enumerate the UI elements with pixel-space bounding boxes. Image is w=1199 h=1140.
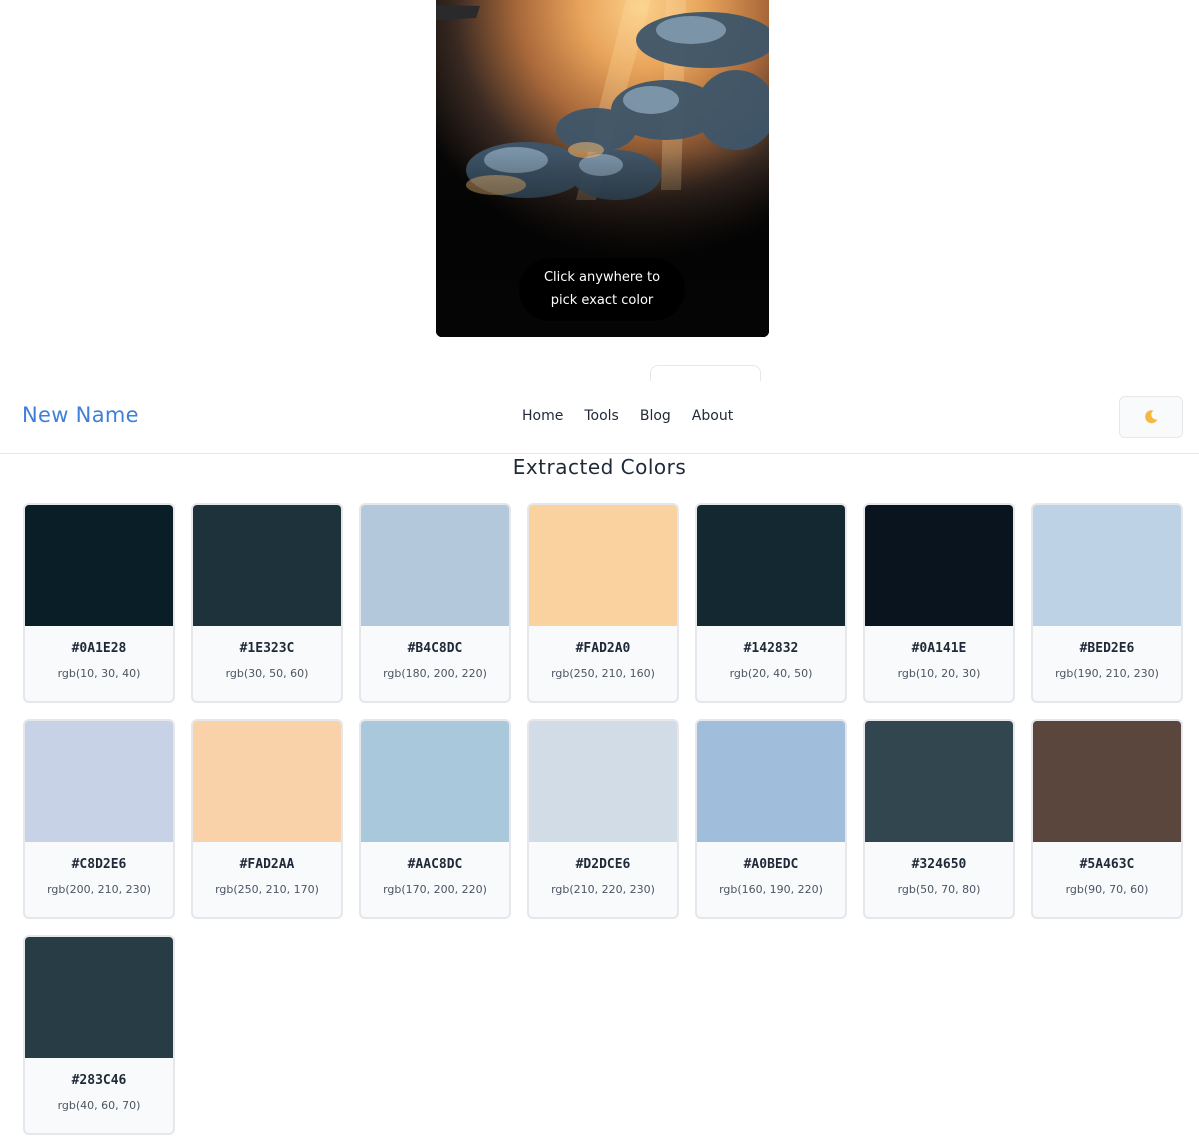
pick-color-hint: Click anywhere to pick exact color [519,258,685,321]
color-swatch-info: #5A463C rgb(90, 70, 60) [1033,842,1181,917]
color-rgb-value[interactable]: rgb(210, 220, 230) [529,883,677,896]
color-rgb-value[interactable]: rgb(90, 70, 60) [1033,883,1181,896]
color-swatch[interactable] [25,505,173,626]
color-rgb-value[interactable]: rgb(50, 70, 80) [865,883,1013,896]
color-rgb-value[interactable]: rgb(160, 190, 220) [697,883,845,896]
color-swatch-card[interactable]: #5A463C rgb(90, 70, 60) [1031,719,1183,919]
color-swatch[interactable] [865,505,1013,626]
color-swatch-info: #BED2E6 rgb(190, 210, 230) [1033,626,1181,701]
color-hex-value[interactable]: #283C46 [25,1073,173,1088]
color-hex-value[interactable]: #142832 [697,641,845,656]
color-hex-value[interactable]: #BED2E6 [1033,641,1181,656]
color-swatch-card[interactable]: #283C46 rgb(40, 60, 70) [23,935,175,1135]
color-hex-value[interactable]: #A0BEDC [697,857,845,872]
color-swatch-card[interactable]: #0A141E rgb(10, 20, 30) [863,503,1015,703]
color-swatch-info: #C8D2E6 rgb(200, 210, 230) [25,842,173,917]
color-swatch-info: #0A141E rgb(10, 20, 30) [865,626,1013,701]
color-hex-value[interactable]: #FAD2A0 [529,641,677,656]
color-swatch-card[interactable]: #FAD2A0 rgb(250, 210, 160) [527,503,679,703]
color-rgb-value[interactable]: rgb(250, 210, 170) [193,883,341,896]
color-swatch-card[interactable]: #142832 rgb(20, 40, 50) [695,503,847,703]
hint-line-2: pick exact color [550,293,654,308]
color-hex-value[interactable]: #324650 [865,857,1013,872]
brand-logo[interactable]: New Name [22,403,139,427]
color-swatch[interactable] [25,721,173,842]
color-swatch-card[interactable]: #B4C8DC rgb(180, 200, 220) [359,503,511,703]
color-hex-value[interactable]: #D2DCE6 [529,857,677,872]
color-hex-value[interactable]: #0A1E28 [25,641,173,656]
color-hex-value[interactable]: #B4C8DC [361,641,509,656]
color-hex-value[interactable]: #0A141E [865,641,1013,656]
color-picker-image[interactable]: Click anywhere to pick exact color [436,0,769,337]
color-swatch-info: #1E323C rgb(30, 50, 60) [193,626,341,701]
navbar: New Name Home Tools Blog About [0,381,1199,454]
color-swatch-card[interactable]: #BED2E6 rgb(190, 210, 230) [1031,503,1183,703]
color-swatch-card[interactable]: #FAD2AA rgb(250, 210, 170) [191,719,343,919]
color-swatch-card[interactable]: #0A1E28 rgb(10, 30, 40) [23,503,175,703]
moon-icon [1145,410,1158,424]
color-rgb-value[interactable]: rgb(190, 210, 230) [1033,667,1181,680]
color-swatch[interactable] [865,721,1013,842]
section-title: Extracted Colors [512,455,687,479]
color-swatch-info: #A0BEDC rgb(160, 190, 220) [697,842,845,917]
color-rgb-value[interactable]: rgb(10, 30, 40) [25,667,173,680]
color-swatch-info: #FAD2AA rgb(250, 210, 170) [193,842,341,917]
color-hex-value[interactable]: #C8D2E6 [25,857,173,872]
color-rgb-value[interactable]: rgb(10, 20, 30) [865,667,1013,680]
color-swatch[interactable] [697,505,845,626]
color-swatch-info: #AAC8DC rgb(170, 200, 220) [361,842,509,917]
color-hex-value[interactable]: #5A463C [1033,857,1181,872]
color-swatch[interactable] [529,505,677,626]
color-swatch[interactable] [361,721,509,842]
color-swatch-info: #B4C8DC rgb(180, 200, 220) [361,626,509,701]
color-hex-value[interactable]: #AAC8DC [361,857,509,872]
color-rgb-value[interactable]: rgb(40, 60, 70) [25,1099,173,1112]
nav-link-tools[interactable]: Tools [584,408,619,424]
color-swatch[interactable] [361,505,509,626]
color-swatch[interactable] [193,505,341,626]
color-swatch-info: #0A1E28 rgb(10, 30, 40) [25,626,173,701]
color-swatch[interactable] [193,721,341,842]
nav-links: Home Tools Blog About [522,408,754,424]
color-rgb-value[interactable]: rgb(30, 50, 60) [193,667,341,680]
color-rgb-value[interactable]: rgb(200, 210, 230) [25,883,173,896]
color-rgb-value[interactable]: rgb(250, 210, 160) [529,667,677,680]
hint-line-1: Click anywhere to [543,270,661,285]
color-swatch-card[interactable]: #A0BEDC rgb(160, 190, 220) [695,719,847,919]
color-swatch-info: #142832 rgb(20, 40, 50) [697,626,845,701]
color-swatch-card[interactable]: #C8D2E6 rgb(200, 210, 230) [23,719,175,919]
color-swatch[interactable] [697,721,845,842]
color-swatch-info: #324650 rgb(50, 70, 80) [865,842,1013,917]
nav-link-about[interactable]: About [692,408,733,424]
color-rgb-value[interactable]: rgb(170, 200, 220) [361,883,509,896]
color-swatch[interactable] [25,937,173,1058]
color-swatch[interactable] [1033,721,1181,842]
color-hex-value[interactable]: #1E323C [193,641,341,656]
color-swatch-card[interactable]: #1E323C rgb(30, 50, 60) [191,503,343,703]
color-swatch-info: #D2DCE6 rgb(210, 220, 230) [529,842,677,917]
color-hex-value[interactable]: #FAD2AA [193,857,341,872]
color-swatch-card[interactable]: #AAC8DC rgb(170, 200, 220) [359,719,511,919]
color-rgb-value[interactable]: rgb(20, 40, 50) [697,667,845,680]
color-swatch-card[interactable]: #324650 rgb(50, 70, 80) [863,719,1015,919]
nav-link-home[interactable]: Home [522,408,563,424]
color-swatch-grid: #0A1E28 rgb(10, 30, 40) #1E323C rgb(30, 50,… [23,503,1183,1135]
color-swatch-info: #FAD2A0 rgb(250, 210, 160) [529,626,677,701]
color-rgb-value[interactable]: rgb(180, 200, 220) [361,667,509,680]
color-swatch-info: #283C46 rgb(40, 60, 70) [25,1058,173,1133]
color-swatch[interactable] [1033,505,1181,626]
color-swatch[interactable] [529,721,677,842]
color-swatch-card[interactable]: #D2DCE6 rgb(210, 220, 230) [527,719,679,919]
theme-toggle-button[interactable] [1119,396,1183,438]
nav-link-blog[interactable]: Blog [640,408,671,424]
